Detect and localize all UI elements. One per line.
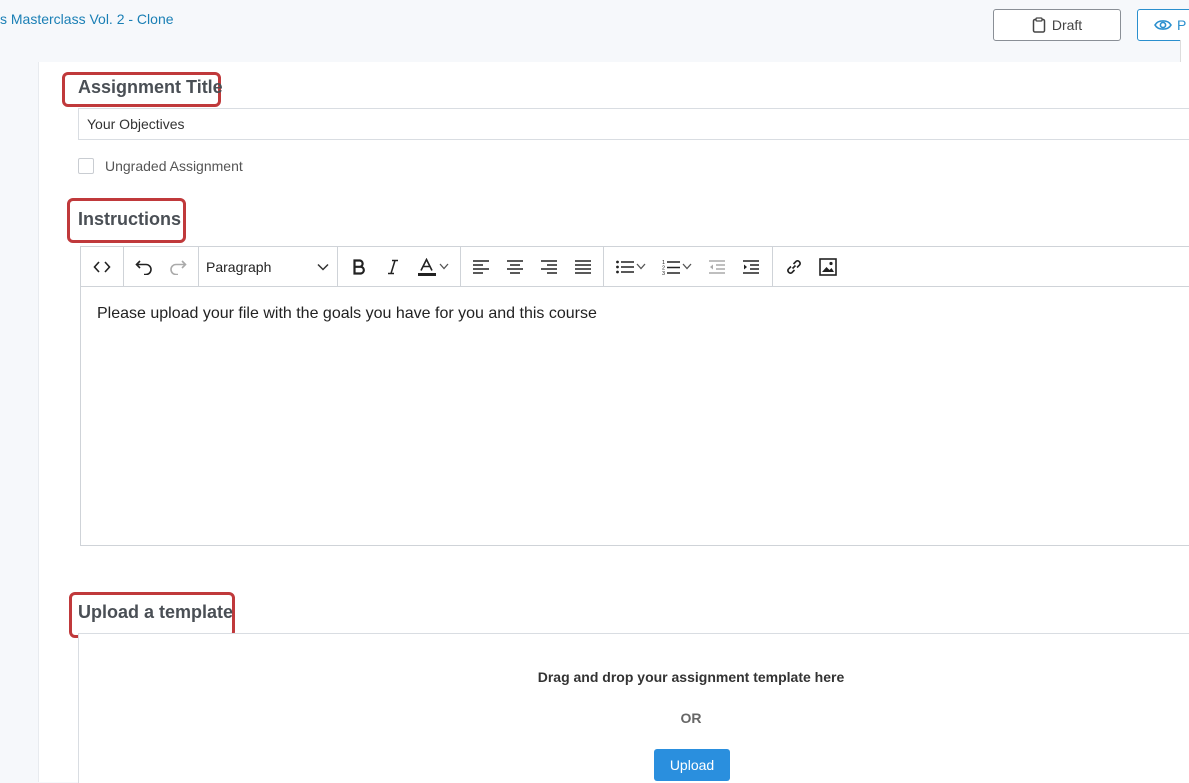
ungraded-label[interactable]: Ungraded Assignment — [105, 158, 243, 174]
draft-label: Draft — [1051, 17, 1083, 33]
undo-icon[interactable] — [127, 247, 161, 287]
rich-text-editor: Paragraph 1 2 3 Please upload your file … — [80, 246, 1189, 546]
breadcrumb[interactable]: s Masterclass Vol. 2 - Clone — [0, 11, 174, 27]
draft-button[interactable]: Draft — [993, 9, 1121, 41]
preview-button[interactable]: P — [1137, 9, 1189, 41]
indent-icon[interactable] — [734, 247, 768, 287]
link-icon[interactable] — [777, 247, 811, 287]
side-tab[interactable] — [1180, 40, 1189, 64]
drop-instructions: Drag and drop your assignment template h… — [537, 669, 845, 685]
align-center-icon[interactable] — [498, 247, 532, 287]
editor-content[interactable]: Please upload your file with the goals y… — [97, 305, 597, 323]
bullet-list-icon[interactable] — [608, 247, 654, 287]
redo-icon[interactable] — [161, 247, 195, 287]
or-separator: OR — [680, 710, 702, 726]
assignment-title-heading: Assignment Title — [78, 77, 223, 97]
assignment-title-value: Your Objectives — [87, 116, 185, 132]
eye-icon — [1154, 18, 1172, 32]
block-format-value: Paragraph — [206, 258, 272, 275]
align-left-icon[interactable] — [464, 247, 498, 287]
bold-icon[interactable] — [342, 247, 376, 287]
ungraded-checkbox[interactable] — [78, 158, 94, 174]
image-icon[interactable] — [811, 247, 845, 287]
numbered-list-icon[interactable]: 123 — [654, 247, 700, 287]
svg-text:3: 3 — [662, 271, 665, 275]
align-right-icon[interactable] — [532, 247, 566, 287]
upload-template-heading: Upload a template — [78, 602, 234, 622]
assignment-title-input[interactable]: Your Objectives — [78, 108, 1189, 140]
code-icon[interactable] — [85, 247, 119, 287]
block-format-select[interactable]: Paragraph — [199, 247, 337, 287]
chevron-down-icon — [317, 263, 329, 271]
italic-icon[interactable] — [376, 247, 410, 287]
preview-label: P — [1177, 17, 1187, 33]
text-color-icon[interactable] — [410, 247, 456, 287]
upload-button[interactable]: Upload — [654, 749, 730, 781]
clipboard-icon — [1032, 17, 1046, 33]
editor-toolbar: Paragraph 1 2 3 — [81, 247, 1189, 287]
upload-dropzone[interactable]: Drag and drop your assignment template h… — [78, 633, 1189, 783]
align-justify-icon[interactable] — [566, 247, 600, 287]
instructions-heading: Instructions — [78, 209, 182, 229]
top-bar: s Masterclass Vol. 2 - Clone Draft P — [0, 0, 1189, 64]
outdent-icon[interactable] — [700, 247, 734, 287]
